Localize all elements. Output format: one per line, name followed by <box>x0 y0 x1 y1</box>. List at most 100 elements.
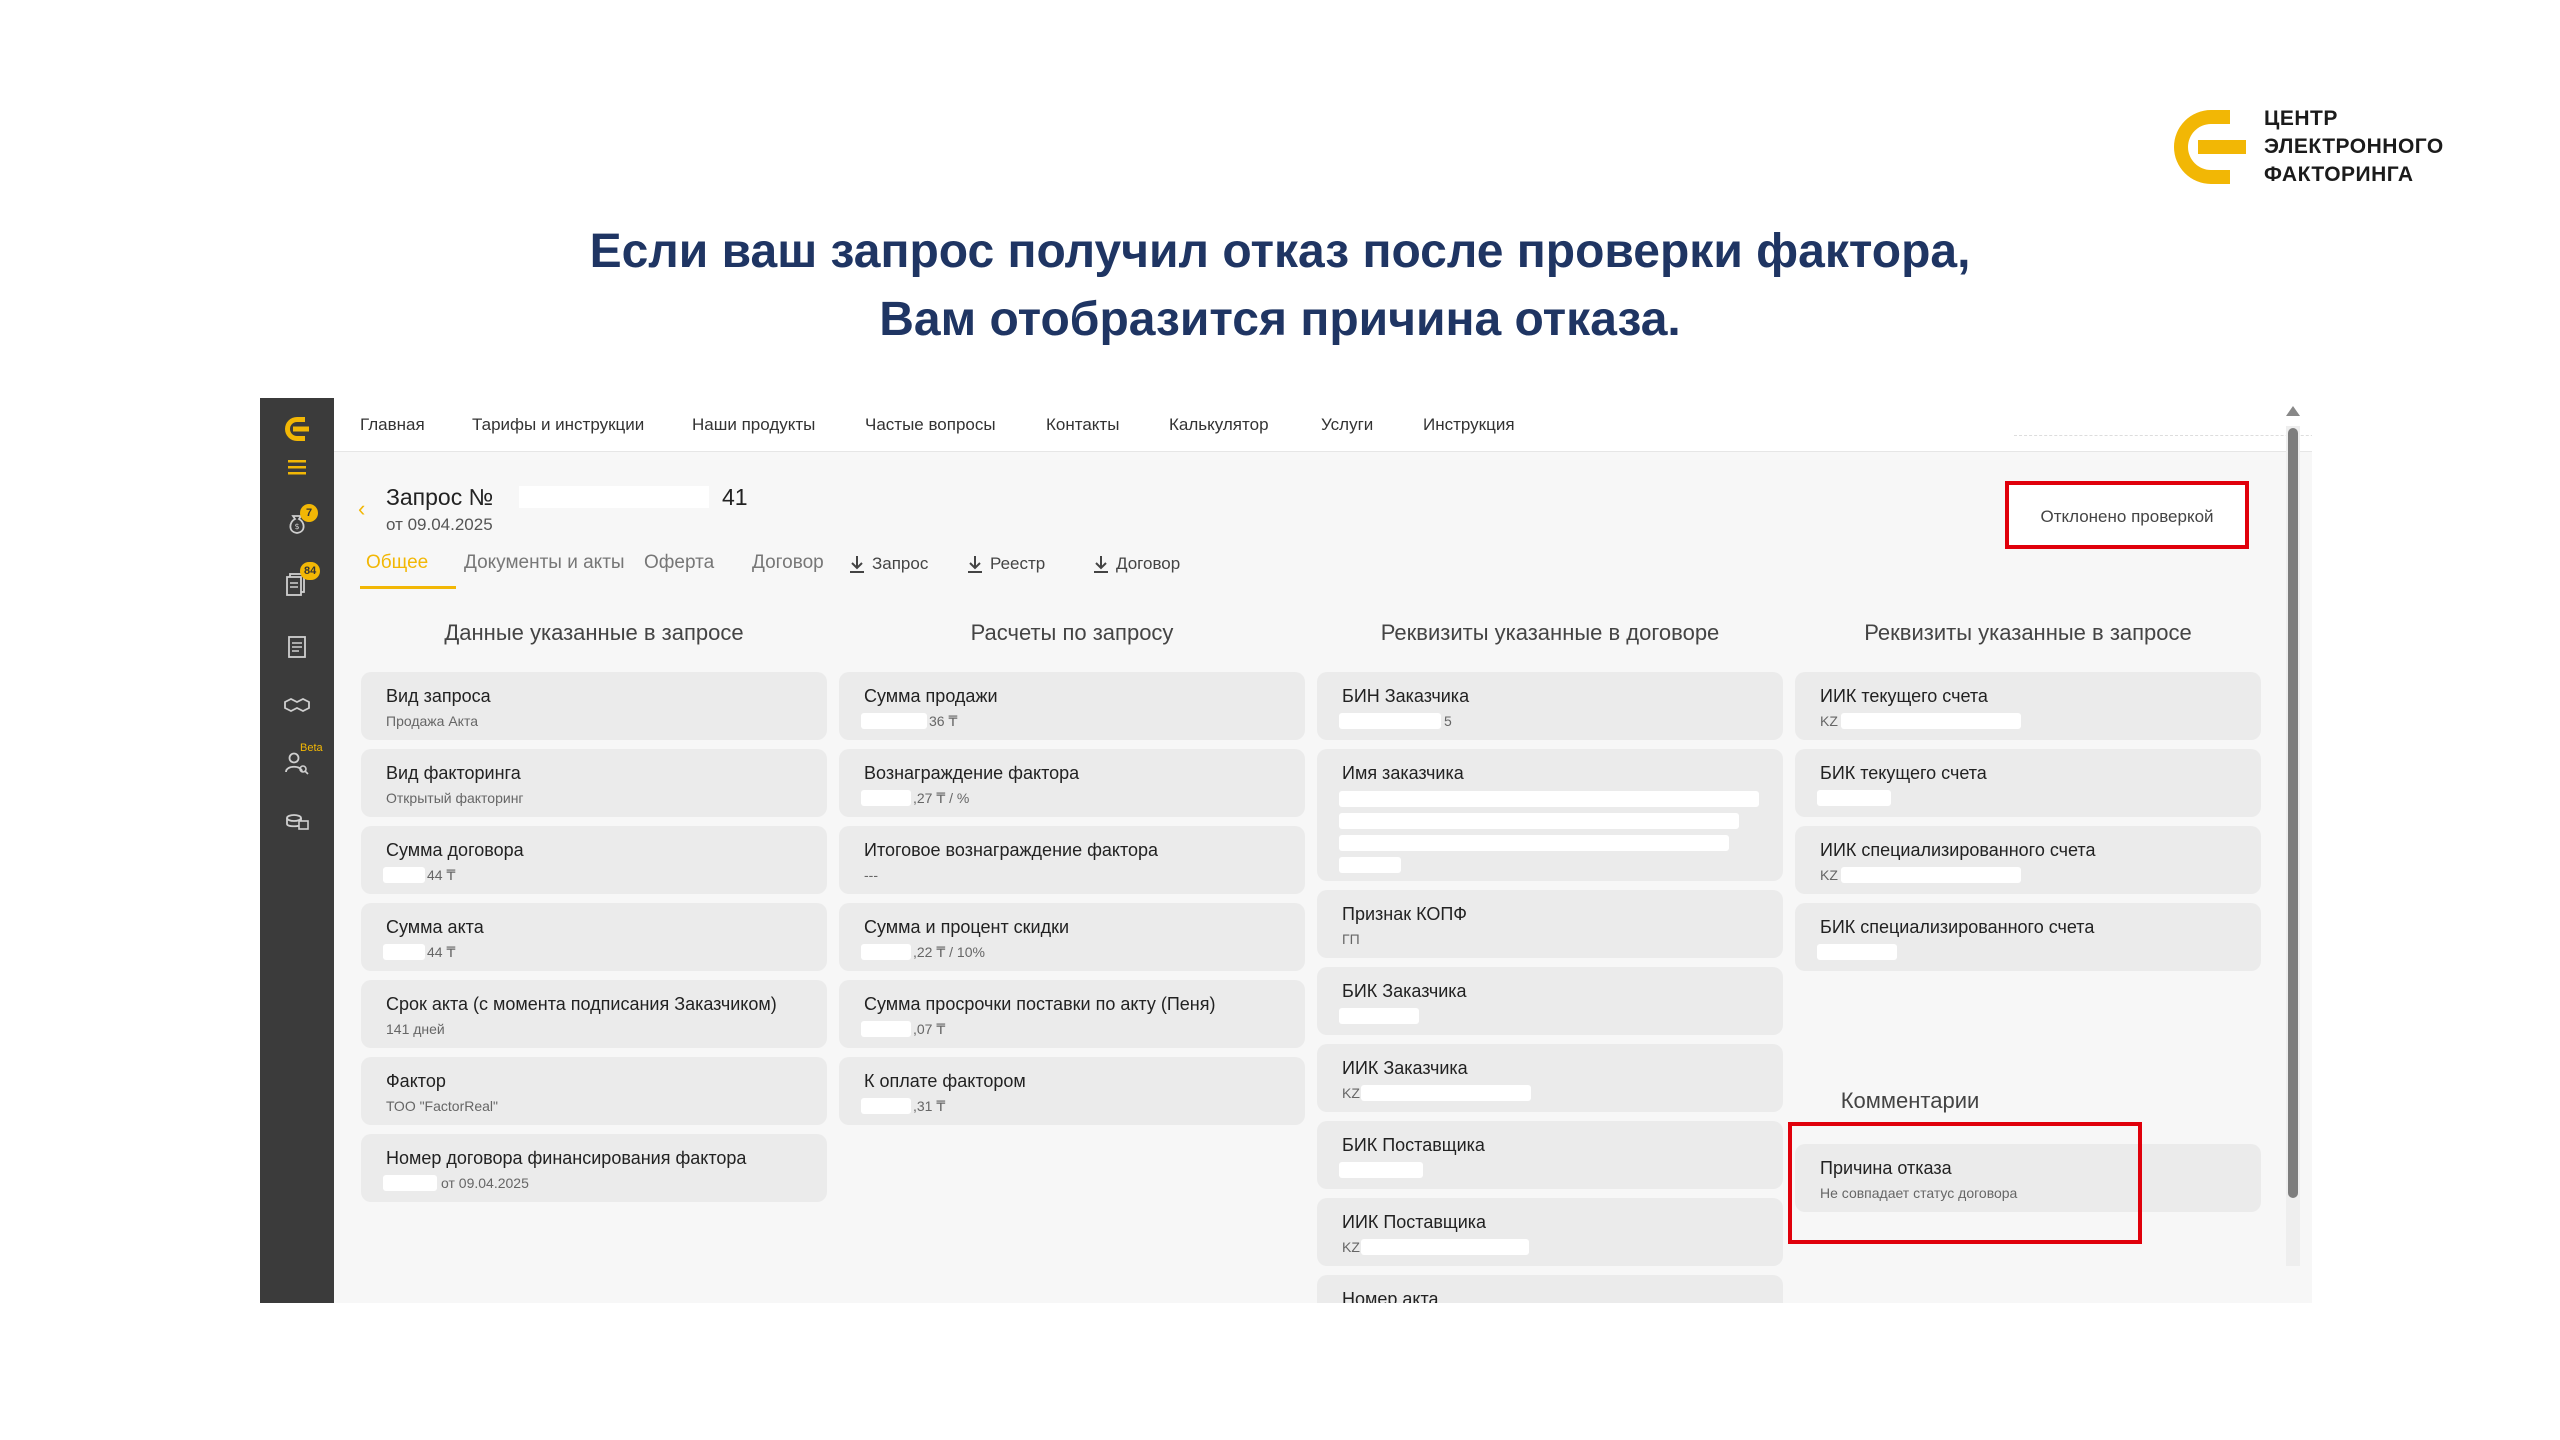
scroll-up-arrow-icon[interactable] <box>2286 406 2300 416</box>
request-title: Запрос № <box>386 484 494 510</box>
column-title-request-data: Данные указанные в запросе <box>444 620 744 645</box>
card-value: KZ <box>1820 867 1838 883</box>
info-card: Вид факторинга Открытый факторинг <box>361 749 827 817</box>
redacted-value <box>1361 1239 1529 1255</box>
coins-icon[interactable] <box>280 804 314 838</box>
redacted-value <box>861 1098 911 1114</box>
card-value: ,07 ₸ <box>913 1021 946 1037</box>
rejection-highlight-box <box>1788 1122 2142 1244</box>
info-card: Сумма и процент скидки ,22 ₸ / 10% <box>839 903 1305 971</box>
scrollbar-thumb[interactable] <box>2288 428 2298 1198</box>
card-label: ИИК Заказчика <box>1342 1058 1468 1078</box>
redacted-value <box>1339 1008 1419 1024</box>
tab-documents[interactable]: Документы и акты <box>464 552 625 574</box>
download-registry-label: Реестр <box>990 554 1046 573</box>
card-value: ,22 ₸ / 10% <box>913 944 985 960</box>
redacted-value <box>861 944 911 960</box>
document-icon[interactable] <box>280 630 314 664</box>
download-icon <box>968 556 982 573</box>
info-card: Фактор ТОО "FactorReal" <box>361 1057 827 1125</box>
redacted-value <box>861 790 911 806</box>
info-card: ИИК Поставщика KZ <box>1317 1198 1783 1266</box>
column-title-calculations: Расчеты по запросу <box>970 620 1174 645</box>
info-card: Номер договора финансирования фактора от … <box>361 1134 827 1202</box>
info-card: ИИК текущего счета KZ <box>1795 672 2261 740</box>
card-value: Открытый факторинг <box>386 790 524 806</box>
info-card: Итоговое вознаграждение фактора --- <box>839 826 1305 894</box>
card-value: ГП <box>1342 931 1360 947</box>
card-value: 141 дней <box>386 1021 445 1037</box>
card-label: Имя заказчика <box>1342 763 1464 783</box>
card-value: --- <box>864 867 878 883</box>
redacted-value <box>1339 713 1441 729</box>
info-card: Вид запроса Продажа Акта <box>361 672 827 740</box>
tab-general[interactable]: Общее <box>366 552 428 574</box>
card-value: ,31 ₸ <box>913 1098 946 1114</box>
redacted-value <box>383 944 425 960</box>
info-card: Сумма просрочки поставки по акту (Пеня),… <box>839 980 1305 1048</box>
card-label: Фактор <box>386 1071 446 1091</box>
top-navigation: Главная Тарифы и инструкции Наши продукт… <box>334 398 2312 452</box>
card-value: Продажа Акта <box>386 713 478 729</box>
card-label: Вид запроса <box>386 686 491 706</box>
card-value: ТОО "FactorReal" <box>386 1098 498 1114</box>
requests-badge: 84 <box>300 562 321 580</box>
card-label: Номер акта <box>1342 1289 1439 1303</box>
handshake-icon[interactable] <box>280 688 314 722</box>
download-request-button[interactable]: Запрос <box>848 554 928 574</box>
nav-contacts[interactable]: Контакты <box>1046 415 1119 435</box>
request-date: от 09.04.2025 <box>386 515 493 534</box>
tab-contract[interactable]: Договор <box>752 552 824 574</box>
nav-faq[interactable]: Частые вопросы <box>865 415 996 435</box>
card-label: БИН Заказчика <box>1342 686 1470 706</box>
card-value: 5 <box>1444 713 1452 729</box>
tab-offer[interactable]: Оферта <box>644 552 714 574</box>
menu-icon[interactable] <box>280 450 314 484</box>
logo-icon[interactable] <box>280 412 314 446</box>
back-chevron-icon[interactable]: ‹ <box>358 496 365 522</box>
card-label: ИИК Поставщика <box>1342 1212 1487 1232</box>
request-tabs: Общее Документы и акты Оферта Договор За… <box>334 548 1334 592</box>
redacted-value <box>1841 713 2021 729</box>
nav-products[interactable]: Наши продукты <box>692 415 815 435</box>
request-number-redacted <box>519 486 709 508</box>
card-label: Сумма договора <box>386 840 524 860</box>
headline-line-1: Если ваш запрос получил отказ после пров… <box>589 225 1971 278</box>
info-card: Срок акта (с момента подписания Заказчик… <box>361 980 827 1048</box>
user-menu[interactable] <box>2014 416 2312 436</box>
redacted-value <box>1339 813 1739 829</box>
download-contract-label: Договор <box>1116 554 1181 573</box>
card-value: 44 ₸ <box>427 867 456 883</box>
info-card: ИИК Заказчика KZ <box>1317 1044 1783 1112</box>
brand-line-1: ЦЕНТР <box>2264 107 2338 130</box>
brand-line-3: ФАКТОРИНГА <box>2264 163 2414 186</box>
nav-instruction[interactable]: Инструкция <box>1423 415 1515 435</box>
redacted-value <box>861 713 927 729</box>
redacted-value <box>861 1021 911 1037</box>
card-label: К оплате фактором <box>864 1071 1026 1091</box>
nav-calculator[interactable]: Калькулятор <box>1169 415 1269 435</box>
card-label: Сумма акта <box>386 917 484 937</box>
nav-home[interactable]: Главная <box>360 415 425 435</box>
card-label: Итоговое вознаграждение фактора <box>864 840 1159 860</box>
info-card: Сумма продажи 36 ₸ <box>839 672 1305 740</box>
info-card: Вознаграждение фактора ,27 ₸ / % <box>839 749 1305 817</box>
card-label: ИИК специализированного счета <box>1820 840 2096 860</box>
card-value: 44 ₸ <box>427 944 456 960</box>
download-contract-button[interactable]: Договор <box>1092 554 1180 574</box>
redacted-value <box>1361 1085 1531 1101</box>
card-label: Вид факторинга <box>386 763 521 783</box>
redacted-value <box>383 1175 437 1191</box>
card-label: ИИК текущего счета <box>1820 686 1988 706</box>
info-card: Номер акта <box>1317 1275 1783 1303</box>
card-label: Сумма продажи <box>864 686 998 706</box>
download-registry-button[interactable]: Реестр <box>966 554 1045 574</box>
card-label: БИК Поставщика <box>1342 1135 1485 1155</box>
nav-services[interactable]: Услуги <box>1321 415 1373 435</box>
nav-tariffs[interactable]: Тарифы и инструкции <box>472 415 644 435</box>
brand-mark-icon <box>2173 110 2246 184</box>
request-number-suffix: 41 <box>722 484 748 510</box>
brand-logo: ЦЕНТР ЭЛЕКТРОННОГО ФАКТОРИНГА <box>2170 105 2444 189</box>
card-label: Номер договора финансирования фактора <box>386 1148 747 1168</box>
redacted-value <box>1339 791 1759 807</box>
